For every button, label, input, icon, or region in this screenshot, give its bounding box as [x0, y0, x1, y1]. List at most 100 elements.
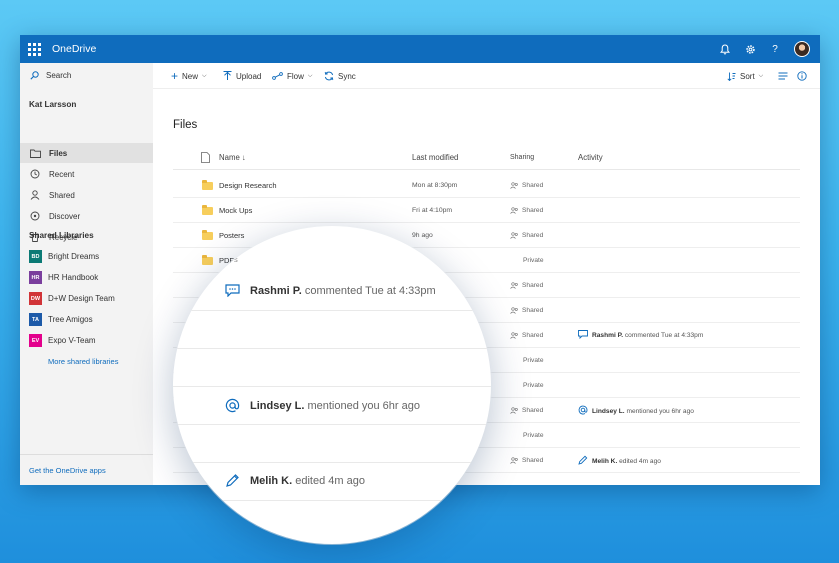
library-badge: HR: [29, 271, 42, 284]
sharing-label: Shared: [522, 457, 544, 464]
file-activity[interactable]: Melih K. edited 4m ago: [578, 455, 661, 467]
library-item-dw-design-team[interactable]: DW D+W Design Team: [29, 292, 115, 305]
flow-button[interactable]: Flow ⌵: [272, 63, 312, 89]
column-header-activity[interactable]: Activity: [578, 153, 603, 162]
search-box[interactable]: Search: [30, 71, 71, 80]
sharing-label: Shared: [522, 282, 544, 289]
comment-icon: [578, 330, 588, 341]
library-label: HR Handbook: [48, 273, 99, 282]
clock-icon: [29, 169, 41, 179]
get-apps-link[interactable]: Get the OneDrive apps: [20, 454, 153, 485]
activity-text: mentioned you 6hr ago: [626, 407, 694, 415]
activity-user: Rashmi P.: [592, 332, 624, 339]
column-header-sharing[interactable]: Sharing: [510, 154, 534, 161]
divider: [173, 500, 491, 501]
activity-text: edited 4m ago: [619, 457, 661, 465]
nav-item-label: Discover: [49, 211, 81, 221]
file-row[interactable]: Design Research Mon at 8:30pm Shared: [173, 173, 800, 198]
file-sharing: Shared: [510, 207, 543, 214]
shared-libraries-header: Shared Libraries: [29, 231, 94, 240]
sharing-label: Shared: [522, 332, 544, 339]
sharing-label: Private: [523, 382, 544, 389]
nav-item-discover[interactable]: Discover: [20, 206, 153, 226]
new-label: New: [182, 71, 199, 81]
library-badge: TA: [29, 313, 42, 326]
library-item-expo-v-team[interactable]: EV Expo V-Team: [29, 334, 96, 347]
left-nav: Search Kat Larsson Files Recent Shared D…: [20, 63, 153, 485]
divider: [173, 462, 491, 463]
sharing-label: Shared: [522, 207, 544, 214]
divider: [173, 348, 491, 349]
mag-row-fragment: PDFs: [219, 255, 238, 264]
people-icon: [510, 457, 518, 464]
app-title[interactable]: OneDrive: [52, 43, 96, 55]
divider: [173, 386, 491, 387]
nav-item-recent[interactable]: Recent: [20, 164, 153, 184]
more-shared-libraries-link[interactable]: More shared libraries: [48, 357, 118, 366]
sharing-label: Shared: [522, 182, 544, 189]
sharing-label: Shared: [522, 307, 544, 314]
file-row[interactable]: Mock Ups Fri at 4:10pm Shared: [173, 198, 800, 223]
file-name[interactable]: Posters: [219, 231, 244, 240]
file-name[interactable]: Design Research: [219, 181, 277, 190]
mag-activity-comment: Rashmi P. commented Tue at 4:33pm: [225, 284, 436, 297]
library-item-hr-handbook[interactable]: HR HR Handbook: [29, 271, 98, 284]
people-icon: [510, 182, 518, 189]
file-activity[interactable]: Rashmi P. commented Tue at 4:33pm: [578, 330, 703, 341]
library-label: Tree Amigos: [48, 315, 93, 324]
nav-item-shared[interactable]: Shared: [20, 185, 153, 205]
library-item-bright-dreams[interactable]: BD Bright Dreams: [29, 250, 99, 263]
library-badge: EV: [29, 334, 42, 347]
library-label: Bright Dreams: [48, 252, 100, 261]
file-sharing: Private: [523, 432, 544, 439]
help-icon[interactable]: ?: [769, 43, 781, 55]
file-name[interactable]: Mock Ups: [219, 206, 252, 215]
pencil-icon: [578, 455, 588, 467]
upload-button[interactable]: Upload: [223, 63, 261, 89]
gear-icon[interactable]: [744, 43, 756, 55]
file-activity[interactable]: Lindsey L. mentioned you 6hr ago: [578, 405, 694, 417]
file-sharing: Private: [523, 382, 544, 389]
mag-activity-edit: Melih K. edited 4m ago: [225, 473, 365, 488]
mag-user: Rashmi P.: [250, 284, 302, 297]
plus-icon: +: [171, 69, 179, 83]
column-header-name[interactable]: Name ↓: [219, 153, 246, 162]
bell-icon[interactable]: [719, 43, 731, 55]
flow-label: Flow: [287, 71, 304, 81]
sharing-label: Shared: [522, 232, 544, 239]
sync-button[interactable]: Sync: [324, 63, 356, 89]
search-icon: [30, 71, 39, 80]
new-button[interactable]: + New ⌵: [171, 63, 207, 89]
mag-user: Melih K.: [250, 474, 293, 487]
nav-item-files[interactable]: Files: [20, 143, 153, 163]
command-bar: + New ⌵ Upload Flow ⌵ Sync Sort ⌵: [153, 63, 820, 89]
info-button[interactable]: [797, 63, 807, 89]
person-icon: [29, 190, 41, 200]
library-item-tree-amigos[interactable]: TA Tree Amigos: [29, 313, 93, 326]
divider: [173, 424, 491, 425]
file-modified: Fri at 4:10pm: [412, 207, 453, 214]
file-list-header: Name ↓ Last modified Sharing Activity: [173, 150, 800, 170]
library-badge: BD: [29, 250, 42, 263]
activity-text: commented Tue at 4:33pm: [624, 332, 704, 339]
file-sharing: Shared: [510, 307, 543, 314]
people-icon: [510, 232, 518, 239]
sort-button[interactable]: Sort ⌵: [727, 63, 763, 89]
file-modified: 9h ago: [412, 232, 433, 239]
chevron-down-icon: ⌵: [202, 72, 207, 79]
view-options-button[interactable]: [778, 63, 788, 89]
sort-icon: [727, 72, 736, 81]
mag-text: commented Tue at 4:33pm: [304, 284, 436, 297]
people-icon: [510, 407, 518, 414]
upload-label: Upload: [236, 71, 262, 81]
sharing-label: Private: [523, 257, 544, 264]
avatar[interactable]: [794, 41, 810, 57]
library-badge: DW: [29, 292, 42, 305]
app-launcher-icon[interactable]: [20, 35, 48, 63]
file-sharing: Shared: [510, 282, 543, 289]
comment-icon: [225, 284, 240, 297]
folder-icon: [29, 149, 41, 158]
column-header-modified[interactable]: Last modified: [412, 153, 458, 162]
page-title: Files: [173, 119, 198, 131]
nav-item-label: Files: [49, 148, 68, 158]
